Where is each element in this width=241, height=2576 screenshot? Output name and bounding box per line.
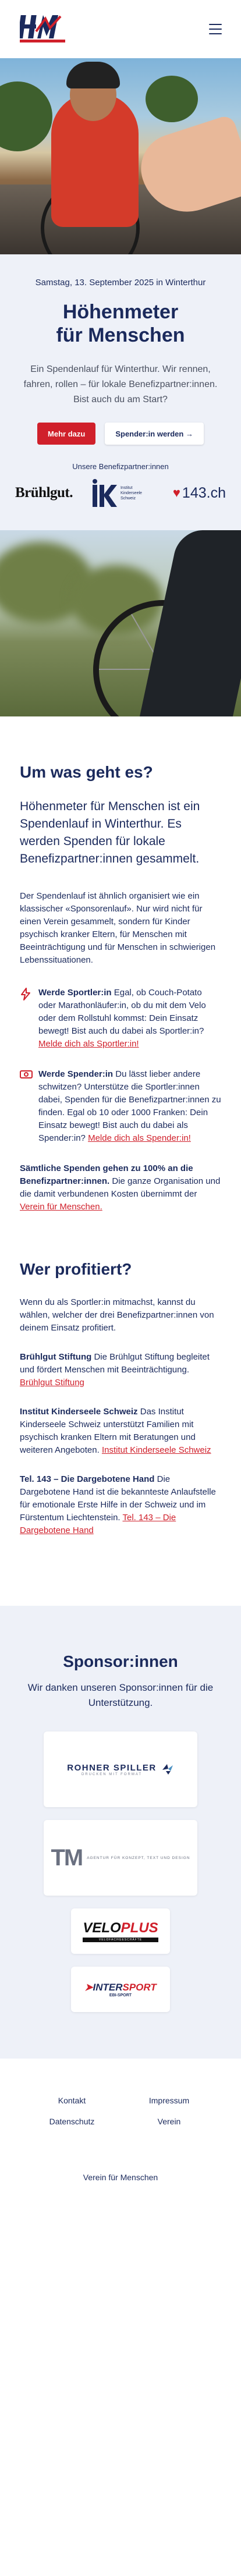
partner-logos: Brühlgut. Institut Kinderseele Schweiz ♥… (15, 479, 226, 507)
tm-logo-icon: TM (51, 1844, 83, 1871)
partner-kinderseele-logo[interactable]: Institut Kinderseele Schweiz (91, 479, 154, 507)
footer-link-impressum[interactable]: Impressum (120, 2096, 218, 2105)
cta-buttons: Mehr dazu Spender:in werden → (15, 423, 226, 445)
hfm-logo-icon (20, 15, 65, 42)
footer-copyright: Verein für Menschen (83, 2173, 158, 2182)
site-header (0, 0, 241, 58)
association-link[interactable]: Verein für Menschen. (20, 1202, 102, 1212)
sponsor-rohner-spiller[interactable]: ROHNER SPILLER DRUCKEN MIT FORMAT (44, 1731, 197, 1807)
intro-section: Samstag, 13. September 2025 in Winterthu… (0, 254, 241, 530)
feature-donor: Werde Spender:in Du lässt lieber andere … (20, 1068, 221, 1145)
become-donor-button[interactable]: Spender:in werden → (105, 423, 204, 445)
menu-button[interactable] (205, 19, 226, 40)
kinderseele-link[interactable]: Institut Kinderseele Schweiz (102, 1445, 211, 1455)
org-kinderseele: Institut Kinderseele Schweiz Das Institu… (20, 1407, 211, 1455)
sponsors-heading: Sponsor:innen (63, 1652, 178, 1670)
about-heading: Um was geht es? (20, 763, 153, 781)
hero-image (0, 58, 241, 254)
bruehlgut-link[interactable]: Brühlgut Stiftung (20, 1378, 84, 1388)
hamburger-icon (209, 24, 222, 25)
org-bruehlgut: Brühlgut Stiftung Die Brühlgut Stiftung … (20, 1352, 210, 1388)
feature-athlete: Werde Sportler:in Egal, ob Couch-Potato … (20, 987, 221, 1051)
sponsors-section: Sponsor:innen Wir danken unseren Sponsor… (0, 1606, 241, 2059)
heart-icon: ♥ (172, 485, 180, 500)
footer-nav: Kontakt Impressum Datenschutz Verein (0, 2096, 241, 2126)
site-logo[interactable] (20, 12, 66, 46)
intersport-arrow-icon: ➤ (84, 1981, 93, 1993)
lightning-icon (20, 987, 33, 1051)
event-date: Samstag, 13. September 2025 in Winterthu… (35, 278, 206, 288)
sponsor-intersport[interactable]: ➤INTERSPORT EBI-SPORT (71, 1967, 170, 2012)
about-paragraph: Der Spendenlauf ist ähnlich organisiert … (20, 891, 216, 965)
rohner-spiller-icon (162, 1764, 173, 1775)
sponsors-sub: Wir danken unseren Sponsor:innen für die… (27, 1682, 214, 1708)
money-icon (20, 1068, 33, 1145)
athlete-signup-link[interactable]: Melde dich als Sportler:in! (38, 1039, 139, 1049)
footer-link-datenschutz[interactable]: Datenschutz (23, 2117, 120, 2126)
beneficiaries-section: Wer profitiert? Wenn du als Sportler:in … (20, 1260, 221, 1606)
partner-bruehlgut-logo[interactable]: Brühlgut. (15, 485, 73, 501)
bike-image (0, 530, 241, 716)
page-title: Höhenmeter für Menschen (56, 301, 185, 346)
partner-143-logo[interactable]: ♥ 143.ch (173, 485, 226, 502)
beneficiaries-intro: Wenn du als Sportler:in mitmachst, kanns… (20, 1297, 214, 1333)
donor-signup-link[interactable]: Melde dich als Spender:in! (88, 1133, 191, 1143)
sponsor-veloplus[interactable]: VELOPLUS VELOFACHGESCHÄFTE (71, 1908, 170, 1954)
more-info-button[interactable]: Mehr dazu (37, 423, 96, 445)
footer-link-kontakt[interactable]: Kontakt (23, 2096, 120, 2105)
about-lead: Höhenmeter für Menschen ist ein Spendenl… (20, 800, 200, 865)
beneficiaries-heading: Wer profitiert? (20, 1260, 132, 1278)
kinderseele-icon (92, 479, 117, 507)
site-footer: Kontakt Impressum Datenschutz Verein Ver… (0, 2059, 241, 2199)
partners-label: Unsere Benefizpartner:innen (72, 462, 169, 471)
about-section: Um was geht es? Höhenmeter für Menschen … (20, 716, 221, 1214)
sponsor-tm-agentur[interactable]: TM AGENTUR FÜR KONZEPT, TEXT UND DESIGN (44, 1820, 197, 1896)
footer-link-verein[interactable]: Verein (120, 2117, 218, 2126)
org-143: Tel. 143 – Die Dargebotene Hand Die Darg… (20, 1474, 216, 1535)
intro-lead: Ein Spendenlauf für Winterthur. Wir renn… (23, 364, 218, 405)
donation-summary: Sämtliche Spenden gehen zu 100% an die B… (20, 1163, 221, 1212)
